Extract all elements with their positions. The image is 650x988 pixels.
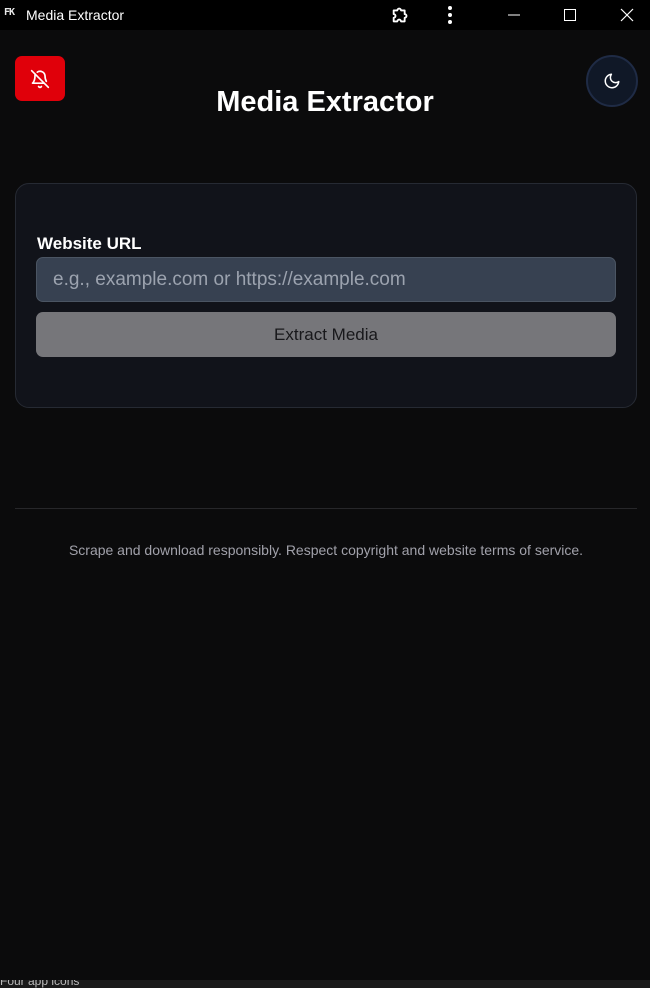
minimize-button[interactable] bbox=[496, 0, 532, 30]
window-title: Media Extractor bbox=[26, 7, 125, 23]
more-options-button[interactable] bbox=[438, 0, 462, 30]
footer-divider bbox=[15, 508, 637, 509]
background-partial-text: Four app icons bbox=[0, 980, 80, 988]
url-field-label: Website URL bbox=[37, 234, 142, 253]
url-input[interactable] bbox=[36, 257, 616, 302]
app-logo-icon: FK bbox=[4, 7, 15, 18]
footer-disclaimer: Scrape and download responsibly. Respect… bbox=[68, 542, 584, 558]
extensions-button[interactable] bbox=[388, 0, 414, 30]
extract-media-button[interactable]: Extract Media bbox=[36, 312, 616, 357]
page-title: Media Extractor bbox=[216, 86, 434, 118]
maximize-button[interactable] bbox=[552, 0, 588, 30]
moon-icon bbox=[604, 73, 620, 89]
puzzle-icon bbox=[392, 7, 408, 23]
minimize-icon bbox=[508, 14, 520, 16]
url-form-card: Website URL Extract Media bbox=[15, 183, 637, 408]
background-taskbar-sliver: Four app icons bbox=[0, 980, 650, 988]
theme-toggle-button[interactable] bbox=[586, 55, 638, 107]
kebab-menu-icon bbox=[448, 6, 452, 24]
close-button[interactable] bbox=[609, 0, 645, 30]
maximize-icon bbox=[564, 9, 576, 21]
close-icon bbox=[620, 8, 634, 22]
window-titlebar: FK Media Extractor bbox=[0, 0, 650, 30]
